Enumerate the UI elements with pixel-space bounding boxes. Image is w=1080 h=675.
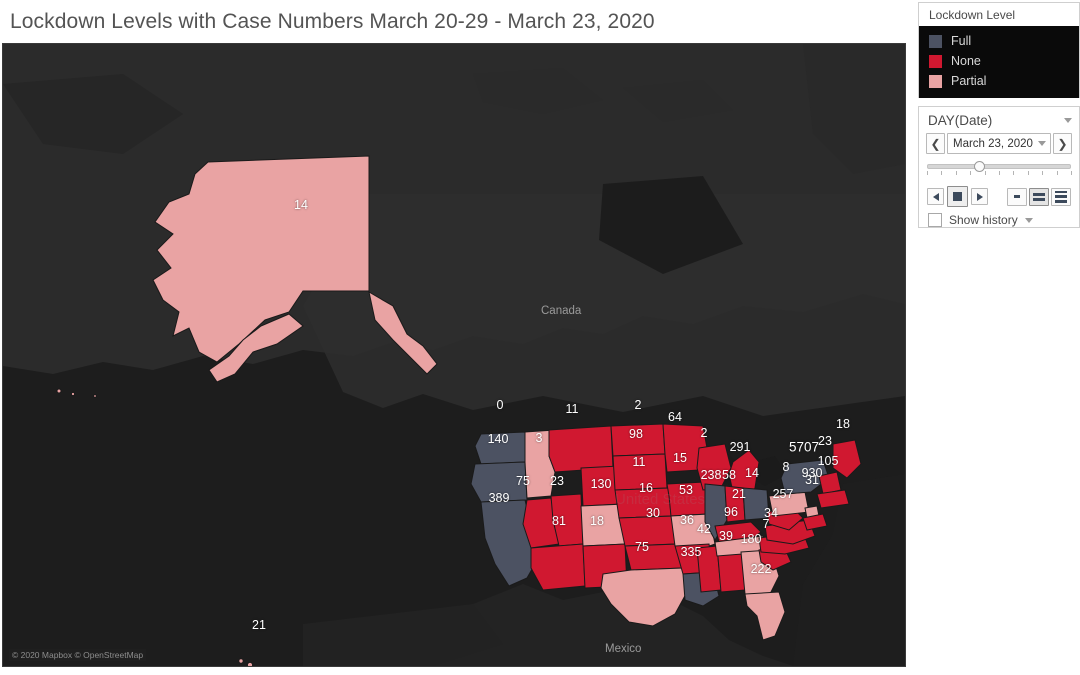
legend-swatch-full <box>929 34 942 48</box>
region-WA <box>474 431 526 465</box>
region-KS <box>618 515 676 547</box>
page-title: Lockdown Levels with Case Numbers March … <box>10 10 655 33</box>
legend-items[interactable]: Full None Partial <box>919 26 1079 98</box>
date-filter-card: DAY(Date) ❮ March 23, 2020 ❯ Show histor… <box>918 106 1080 228</box>
map-attribution: © 2020 Mapbox © OpenStreetMap <box>9 649 147 661</box>
triangle-right-icon <box>976 192 983 201</box>
date-picker-row: ❮ March 23, 2020 ❯ <box>919 133 1079 154</box>
transport-controls <box>927 186 988 207</box>
bar-icon <box>1033 197 1045 201</box>
region-IN <box>724 485 746 523</box>
legend-label-none: None <box>951 54 981 68</box>
playback-speed-slow-button[interactable] <box>1007 187 1027 206</box>
step-forward-button[interactable] <box>971 188 988 205</box>
legend-swatch-none <box>929 54 942 68</box>
legend-swatch-partial <box>929 74 942 88</box>
show-history-chevron-down-icon[interactable] <box>1024 217 1033 223</box>
choropleth-layer[interactable] <box>3 44 905 666</box>
visualization-pane: Lockdown Levels with Case Numbers March … <box>0 0 910 675</box>
playback-speed-medium-button[interactable] <box>1029 187 1049 206</box>
region-HI <box>238 658 244 664</box>
bar-icon <box>1055 195 1067 198</box>
step-backward-button[interactable] <box>927 188 944 205</box>
date-dropdown-chevron-down-icon[interactable] <box>1038 141 1046 146</box>
date-slider[interactable] <box>927 161 1072 183</box>
region-SD <box>612 453 668 491</box>
show-history-label: Show history <box>949 213 1018 227</box>
date-filter-title: DAY(Date) <box>928 113 993 128</box>
region-WI <box>696 443 732 491</box>
stop-button[interactable] <box>947 186 968 207</box>
region-OK <box>624 543 684 571</box>
triangle-left-icon <box>932 192 939 201</box>
date-slider-track[interactable] <box>927 164 1071 169</box>
map-container[interactable]: United States Canada Mexico 142101403893… <box>2 43 906 667</box>
show-history-checkbox[interactable] <box>928 213 942 227</box>
tableau-dashboard: Lockdown Levels with Case Numbers March … <box>0 0 1080 675</box>
bar-icon <box>1055 190 1067 194</box>
legend-title: Lockdown Level <box>919 3 1079 26</box>
legend-item-none[interactable]: None <box>919 51 1079 71</box>
playback-speed-controls <box>1007 187 1071 206</box>
region-IA <box>666 481 708 517</box>
legend-item-partial[interactable]: Partial <box>919 71 1079 91</box>
region-ND <box>610 423 666 457</box>
legend-label-full: Full <box>951 34 972 48</box>
legend-item-full[interactable]: Full <box>919 31 1079 51</box>
show-history-row[interactable]: Show history <box>919 207 1079 227</box>
region-OR <box>470 461 528 503</box>
date-filter-header: DAY(Date) <box>919 107 1079 130</box>
region-MT <box>548 425 614 473</box>
date-value-dropdown[interactable]: March 23, 2020 <box>947 133 1051 154</box>
bar-icon <box>1033 192 1045 196</box>
region-MA <box>816 489 850 509</box>
bar-icon <box>1013 195 1021 198</box>
region-FL <box>744 591 786 641</box>
date-value-text: March 23, 2020 <box>953 137 1033 150</box>
region-PA <box>768 491 810 517</box>
playback-speed-fast-button[interactable] <box>1051 187 1071 206</box>
previous-date-button[interactable]: ❮ <box>926 133 945 154</box>
square-stop-icon <box>953 192 962 201</box>
date-slider-thumb[interactable] <box>973 161 985 172</box>
region-AZ <box>530 543 586 591</box>
region-NE <box>614 487 672 519</box>
chevron-down-icon[interactable] <box>1064 118 1072 123</box>
playback-controls <box>919 183 1079 207</box>
right-panel: Lockdown Level Full None Partial DAY(Dat… <box>910 0 1080 675</box>
bar-icon <box>1055 199 1067 203</box>
region-TX <box>600 567 688 627</box>
legend-card: Lockdown Level Full None Partial <box>918 2 1080 98</box>
date-slider-ticks <box>927 171 1072 177</box>
legend-label-partial: Partial <box>951 74 987 88</box>
next-date-button[interactable]: ❯ <box>1053 133 1072 154</box>
region-OH <box>742 487 770 521</box>
